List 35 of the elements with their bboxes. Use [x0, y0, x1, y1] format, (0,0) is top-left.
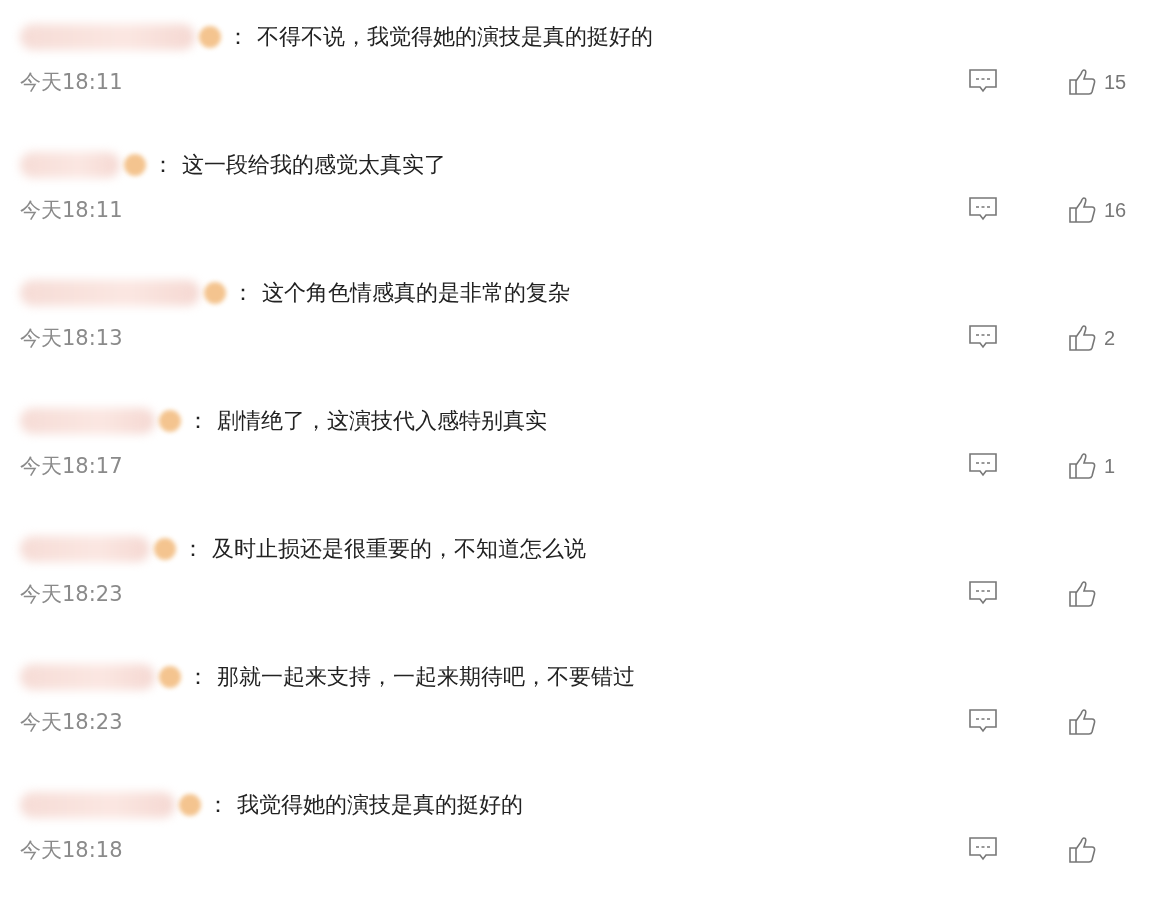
like-button[interactable]: 2 — [1068, 324, 1116, 352]
like-button[interactable] — [1068, 836, 1096, 864]
badge-icon — [159, 410, 181, 432]
badge-icon — [199, 26, 221, 48]
badge-icon — [154, 538, 176, 560]
colon: ： — [232, 279, 254, 307]
like-button[interactable]: 16 — [1068, 196, 1127, 224]
comment-time: 今天18:11 — [20, 69, 124, 96]
badge-icon — [124, 154, 146, 176]
like-button[interactable] — [1068, 580, 1096, 608]
badge-icon — [159, 666, 181, 688]
comment-text: 及时止损还是很重要的，不知道怎么说 — [212, 535, 586, 563]
colon: ： — [207, 791, 229, 819]
like-button[interactable]: 1 — [1068, 452, 1116, 480]
colon: ： — [182, 535, 204, 563]
like-button[interactable]: 15 — [1068, 68, 1127, 96]
colon: ： — [187, 407, 209, 435]
comment-time: 今天18:23 — [20, 709, 124, 736]
colon: ： — [227, 23, 249, 51]
comment-text: 不得不说，我觉得她的演技是真的挺好的 — [257, 23, 653, 51]
comment-time: 今天18:23 — [20, 581, 124, 608]
comment-text: 这一段给我的感觉太真实了 — [182, 151, 446, 179]
comment-time: 今天18:17 — [20, 453, 124, 480]
colon: ： — [152, 151, 174, 179]
comment-text: 剧情绝了，这演技代入感特别真实 — [217, 407, 547, 435]
comment-time: 今天18:11 — [20, 197, 124, 224]
badge-icon — [179, 794, 201, 816]
like-button[interactable] — [1068, 708, 1096, 736]
comment-time: 今天18:13 — [20, 325, 124, 352]
comment-text: 我觉得她的演技是真的挺好的 — [237, 791, 523, 819]
badge-icon — [204, 282, 226, 304]
colon: ： — [187, 663, 209, 691]
comment-text: 这个角色情感真的是非常的复杂 — [262, 279, 570, 307]
comment-text: 那就一起来支持，一起来期待吧，不要错过 — [217, 663, 635, 691]
comment-time: 今天18:18 — [20, 837, 124, 864]
